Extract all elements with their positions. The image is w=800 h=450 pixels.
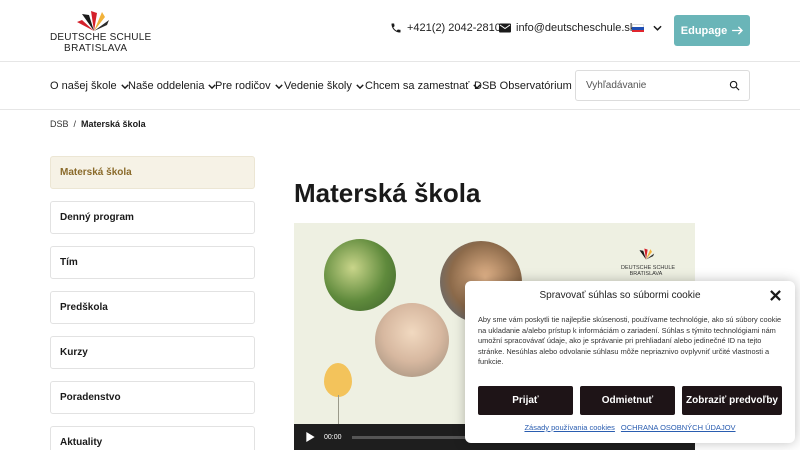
balloon-illustration xyxy=(324,363,352,397)
kids-playground-photo xyxy=(324,239,396,311)
nav-item-label: Vedenie školy xyxy=(284,80,352,92)
reject-cookies-button[interactable]: Odmietnuť xyxy=(580,386,675,415)
phone-icon xyxy=(391,23,401,33)
school-logo[interactable]: DEUTSCHE SCHULE BRATISLAVA xyxy=(50,10,151,54)
sidebar-item-denny-program[interactable]: Denný program xyxy=(50,201,255,234)
cookie-dialog-links: Zásady používania cookies OCHRANA OSOBNÝ… xyxy=(465,423,795,432)
sidebar-item-label: Kurzy xyxy=(60,347,88,358)
video-time: 00:00 xyxy=(324,433,342,441)
nav-item-vedenie-skoly[interactable]: Vedenie školy xyxy=(284,80,364,92)
nav-item-label: Naše oddelenia xyxy=(128,80,205,92)
sidebar-item-label: Materská škola xyxy=(60,167,132,178)
page-title: Materská škola xyxy=(294,178,481,208)
search-box xyxy=(575,70,750,101)
close-icon[interactable] xyxy=(770,290,781,301)
sidebar-item-label: Poradenstvo xyxy=(60,392,121,403)
sidebar-item-predskola[interactable]: Predškola xyxy=(50,291,255,324)
phone-number: +421(2) 2042-2810 xyxy=(407,22,501,34)
cookie-dialog-text: Aby sme vám poskytli tie najlepšie skúse… xyxy=(478,315,782,367)
logo-text-line1: DEUTSCHE SCHULE xyxy=(50,32,152,43)
play-icon[interactable] xyxy=(306,432,315,442)
chevron-down-icon xyxy=(356,83,364,89)
envelope-icon xyxy=(499,23,511,33)
accept-cookies-button[interactable]: Prijať xyxy=(478,386,573,415)
edupage-label: Edupage xyxy=(680,24,728,37)
logo-mark-icon xyxy=(639,248,655,260)
email-contact[interactable]: info@deutscheschule.sk xyxy=(499,22,635,34)
search-icon[interactable] xyxy=(729,80,740,91)
sidebar-item-label: Aktuality xyxy=(60,437,103,448)
sidebar-item-materska-skola[interactable]: Materská škola xyxy=(50,156,255,189)
kids-portrait-photo xyxy=(375,303,449,377)
chevron-down-icon xyxy=(653,25,662,31)
arrow-right-icon xyxy=(732,26,744,35)
sidebar-item-poradenstvo[interactable]: Poradenstvo xyxy=(50,381,255,414)
phone-contact[interactable]: +421(2) 2042-2810 xyxy=(390,22,501,34)
sidebar-item-label: Predškola xyxy=(60,302,108,313)
sidebar-item-tim[interactable]: Tím xyxy=(50,246,255,279)
email-address: info@deutscheschule.sk xyxy=(516,22,636,34)
show-preferences-button[interactable]: Zobraziť predvoľby xyxy=(682,386,782,415)
breadcrumb-root-link[interactable]: DSB xyxy=(50,119,69,129)
chevron-down-icon xyxy=(274,83,283,89)
cookie-consent-dialog: Spravovať súhlas so súbormi cookie Aby s… xyxy=(465,281,795,443)
nav-item-label: O našej škole xyxy=(50,80,117,92)
nav-item-label: DSB Observatórium xyxy=(474,80,572,92)
nav-item-pre-rodicov[interactable]: Pre rodičov xyxy=(215,80,283,92)
sidebar-item-label: Tím xyxy=(60,257,78,268)
sidebar-item-kurzy[interactable]: Kurzy xyxy=(50,336,255,369)
cookie-policy-link[interactable]: Zásady používania cookies xyxy=(524,423,614,432)
nav-item-label: Pre rodičov xyxy=(215,80,271,92)
search-input[interactable] xyxy=(576,71,716,100)
slovak-flag-icon xyxy=(632,24,644,32)
logo-mark-icon xyxy=(77,11,109,31)
video-school-logo: DEUTSCHE SCHULE BRATISLAVA xyxy=(621,247,675,277)
sidebar-item-label: Denný program xyxy=(60,212,134,223)
nav-item-chcem-sa-zamestnat[interactable]: Chcem sa zamestnať xyxy=(365,80,482,92)
breadcrumb: DSB / Materská škola xyxy=(50,119,146,129)
breadcrumb-separator: / xyxy=(73,119,77,129)
breadcrumb-current: Materská škola xyxy=(81,119,146,129)
video-logo-line2: BRATISLAVA xyxy=(629,271,663,277)
nav-item-nase-oddelenia[interactable]: Naše oddelenia xyxy=(128,80,217,92)
nav-item-label: Chcem sa zamestnať xyxy=(365,80,470,92)
logo-text-line2: BRATISLAVA xyxy=(64,43,128,54)
language-selector[interactable] xyxy=(632,24,662,32)
top-bar: DEUTSCHE SCHULE BRATISLAVA +421(2) 2042-… xyxy=(0,0,800,62)
sidebar-item-aktuality[interactable]: Aktuality xyxy=(50,426,255,450)
cookie-dialog-title: Spravovať súhlas so súbormi cookie xyxy=(539,290,701,301)
privacy-policy-link[interactable]: OCHRANA OSOBNÝCH ÚDAJOV xyxy=(621,423,736,432)
nav-item-o-nasej-skole[interactable]: O našej škole xyxy=(50,80,129,92)
nav-item-dsb-observatorium[interactable]: DSB Observatórium xyxy=(474,80,572,92)
edupage-button[interactable]: Edupage xyxy=(674,15,750,46)
